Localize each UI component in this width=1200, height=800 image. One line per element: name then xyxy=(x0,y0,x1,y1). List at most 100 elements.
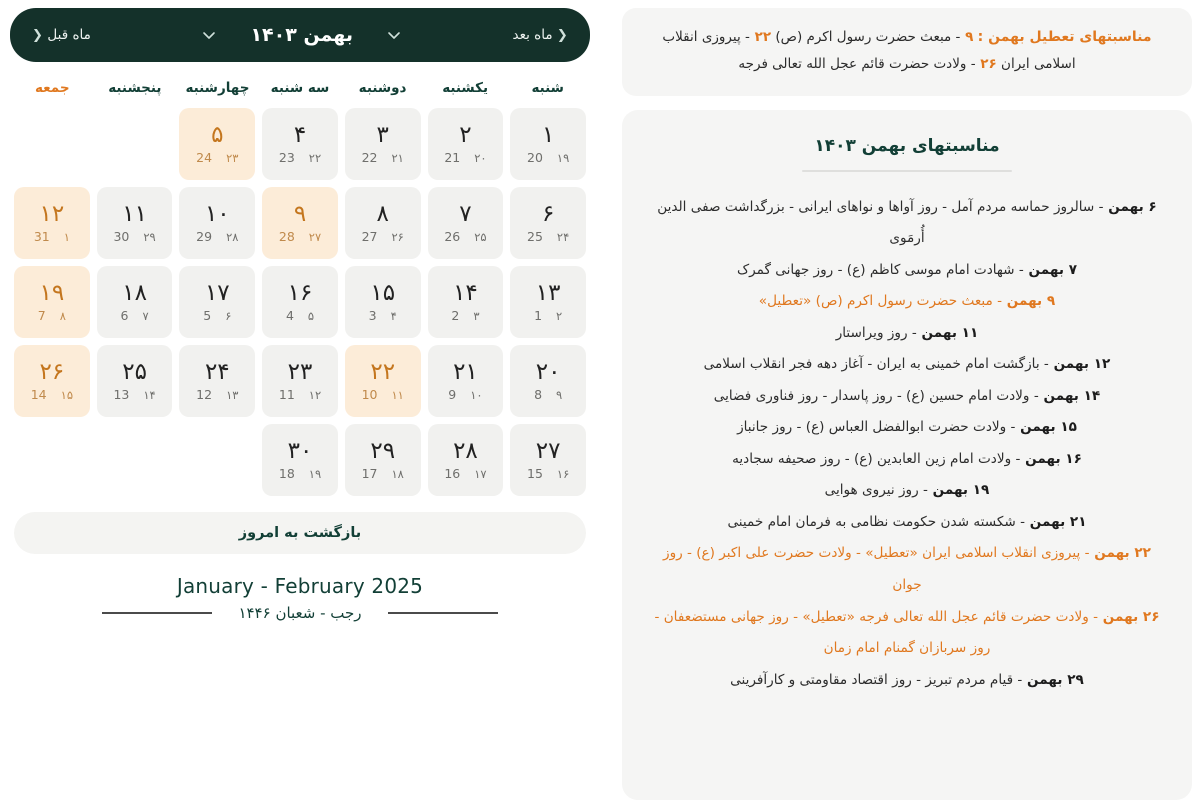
events-title: مناسبتهای بهمن ۱۴۰۳ xyxy=(814,135,1000,156)
day-cell[interactable]: ۲۷ ۱۶ 15 xyxy=(510,424,586,496)
day-cell[interactable]: ۲۰ ۹ 8 xyxy=(510,345,586,417)
day-cell[interactable]: ۲۱ ۱۰ 9 xyxy=(427,345,504,417)
day-number-jalali: ۲۸ xyxy=(453,438,478,465)
day-number-gregorian: 11 xyxy=(278,386,295,402)
weekday-header-day: دوشنبه xyxy=(358,80,407,96)
day-cell-holiday[interactable]: ۲۶ ۱۵ 14 xyxy=(14,345,90,417)
day-cell-empty xyxy=(14,424,90,496)
next-month-button[interactable]: ❮ ماه بعد xyxy=(513,27,568,43)
day-number-hijri: ۴ xyxy=(390,308,397,323)
day-secondary-dates: ۲۱ 22 xyxy=(362,150,404,165)
day-cell[interactable]: ۱۰ ۲۸ 29 xyxy=(179,187,256,259)
day-cell[interactable]: ۲۸ ۱۷ 16 xyxy=(427,424,504,496)
day-cell[interactable]: ۱۸ ۷ 6 xyxy=(96,266,173,338)
calendar-footer: January - February 2025 رجب - شعبان ۱۴۴۶ xyxy=(10,574,590,622)
day-secondary-dates: ۱۹ 18 xyxy=(279,466,321,481)
day-number-hijri: ۱۷ xyxy=(474,466,487,481)
day-secondary-dates: ۲۶ 27 xyxy=(362,229,404,244)
day-number-gregorian: 6 xyxy=(120,307,129,323)
day-secondary-dates: ۲۷ 28 xyxy=(279,229,321,244)
event-row: ۱۵ بهمن - ولادت حضرت ابوالفضل العباس (ع)… xyxy=(652,412,1162,444)
prev-month-button[interactable]: ماه قبل ❮ xyxy=(32,27,91,43)
day-cell[interactable]: ۳۰ ۱۹ 18 xyxy=(262,424,338,496)
day-cell-holiday[interactable]: ۱۹ ۸ 7 xyxy=(14,266,90,338)
day-number-jalali: ۳ xyxy=(376,122,389,149)
day-number-jalali: ۱ xyxy=(541,122,555,149)
day-number-gregorian: 20 xyxy=(527,149,543,165)
day-secondary-dates: ۵4 xyxy=(286,308,314,323)
event-day-label: ۱۴ بهمن xyxy=(1038,387,1101,404)
day-number-jalali: ۱۲ xyxy=(39,201,65,228)
day-cell-holiday[interactable]: ۱۲ ۱ 31 xyxy=(14,187,90,259)
day-number-hijri: ۱۰ xyxy=(470,387,483,402)
day-cell[interactable]: ۲ ۲۰ 21 xyxy=(427,108,504,180)
month-title: بهمن ۱۴۰۳ xyxy=(250,24,353,46)
day-number-gregorian: 26 xyxy=(444,228,461,244)
day-number-hijri: ۲۴ xyxy=(556,229,570,244)
day-secondary-dates: ۱۹ 20 xyxy=(527,150,569,165)
day-cell[interactable]: ۲۳ ۱۲ 11 xyxy=(262,345,338,417)
back-to-today-button[interactable]: بازگشت به امروز xyxy=(14,512,586,554)
chevron-down-icon-left[interactable] xyxy=(387,28,401,42)
day-cell[interactable]: ۱۷ ۶ 5 xyxy=(179,266,256,338)
day-number-jalali: ۲۴ xyxy=(204,359,230,386)
day-cell-empty xyxy=(97,424,173,496)
event-text: - ولادت امام حسین (ع) - روز پاسدار - روز… xyxy=(713,387,1039,404)
day-number-hijri: ۲۵ xyxy=(474,229,487,244)
day-cell[interactable]: ۱۶ ۵ 4 xyxy=(262,266,338,338)
day-cell[interactable]: ۶ ۲۴ 25 xyxy=(510,187,586,259)
day-cell[interactable]: ۱ ۱۹ 20 xyxy=(510,108,586,180)
day-number-jalali: ۳۰ xyxy=(287,438,313,465)
day-number-jalali: ۱۳ xyxy=(535,280,561,307)
day-cell[interactable]: ۱۳ ۲ 1 xyxy=(510,266,586,338)
day-number-hijri: ۲۷ xyxy=(308,229,322,244)
day-secondary-dates: ۹8 xyxy=(534,387,562,402)
day-cell[interactable]: ۳ ۲۱ 22 xyxy=(344,108,421,180)
event-text: - سالروز حماسه مردم آمل - روز آواها و نو… xyxy=(657,198,1104,247)
event-day-label: ۲۲ بهمن xyxy=(1089,545,1151,562)
day-cell[interactable]: ۱۴ ۳ 2 xyxy=(427,266,504,338)
event-row: ۱۲ بهمن - بازگشت امام خمینی به ایران - آ… xyxy=(652,349,1162,381)
day-number-gregorian: 21 xyxy=(444,149,461,165)
day-number-hijri: ۱۹ xyxy=(308,466,322,481)
day-number-hijri: ۲۸ xyxy=(226,229,239,244)
day-cell-holiday[interactable]: ۵ ۲۳ 24 xyxy=(179,108,256,180)
event-text: - شهادت امام موسی کاظم (ع) - روز جهانی گ… xyxy=(736,261,1024,278)
day-cell[interactable]: ۲۴ ۱۳ 12 xyxy=(179,345,256,417)
chevron-left-icon: ❮ xyxy=(556,28,568,43)
day-secondary-dates: ۱۵ 14 xyxy=(31,387,73,402)
chevron-down-icon-right[interactable] xyxy=(202,28,216,42)
day-cell[interactable]: ۲۵ ۱۴ 13 xyxy=(96,345,173,417)
day-number-gregorian: 15 xyxy=(527,465,543,481)
day-number-gregorian: 13 xyxy=(113,386,130,402)
day-cell[interactable]: ۸ ۲۶ 27 xyxy=(344,187,421,259)
day-number-jalali: ۲۵ xyxy=(122,359,147,386)
event-text: - ولادت حضرت ابوالفضل العباس (ع) - روز ج… xyxy=(737,419,1016,436)
calendar-column: ❮ ماه بعد بهمن ۱۴۰۳ ماه قبل ❮ شنبه یکشنبه… xyxy=(0,0,600,800)
holiday-summary-item-day: ۲۶ xyxy=(975,56,997,73)
day-cell[interactable]: ۲۹ ۱۸ 17 xyxy=(344,424,421,496)
weekday-header-row: شنبه یکشنبه دوشنبه سه شنبه چهارشنبه پنجشنبه جم… xyxy=(10,76,590,100)
day-cell[interactable]: ۱۵ ۴ 3 xyxy=(344,266,421,338)
day-cell-holiday[interactable]: ۲۲ ۱۱ 10 xyxy=(344,345,421,417)
day-number-jalali: ۱۴ xyxy=(453,280,478,307)
day-number-jalali: ۲۶ xyxy=(39,359,65,386)
day-number-gregorian: 30 xyxy=(113,228,130,244)
day-number-gregorian: 18 xyxy=(278,465,295,481)
event-day-label: ۷ بهمن xyxy=(1023,261,1077,278)
day-cell[interactable]: ۴ ۲۲ 23 xyxy=(262,108,338,180)
events-divider xyxy=(802,169,1012,172)
day-number-jalali: ۱۵ xyxy=(370,280,396,307)
day-number-hijri: ۱۸ xyxy=(391,466,404,481)
day-cell[interactable]: ۱۱ ۲۹ 30 xyxy=(96,187,173,259)
day-cell-holiday[interactable]: ۹ ۲۷ 28 xyxy=(262,187,338,259)
holiday-summary-item-text: - مبعث حضرت رسول اکرم (ص) xyxy=(771,29,961,45)
day-number-gregorian: 27 xyxy=(361,228,378,244)
day-cell[interactable]: ۷ ۲۵ 26 xyxy=(427,187,504,259)
day-number-hijri: ۲۹ xyxy=(143,229,156,244)
day-number-gregorian: 23 xyxy=(278,149,295,165)
day-number-jalali: ۱۰ xyxy=(204,201,230,228)
hijri-range-row: رجب - شعبان ۱۴۴۶ xyxy=(10,604,590,622)
event-day-label: ۱۶ بهمن xyxy=(1020,450,1082,467)
day-number-hijri: ۱۳ xyxy=(226,387,239,402)
